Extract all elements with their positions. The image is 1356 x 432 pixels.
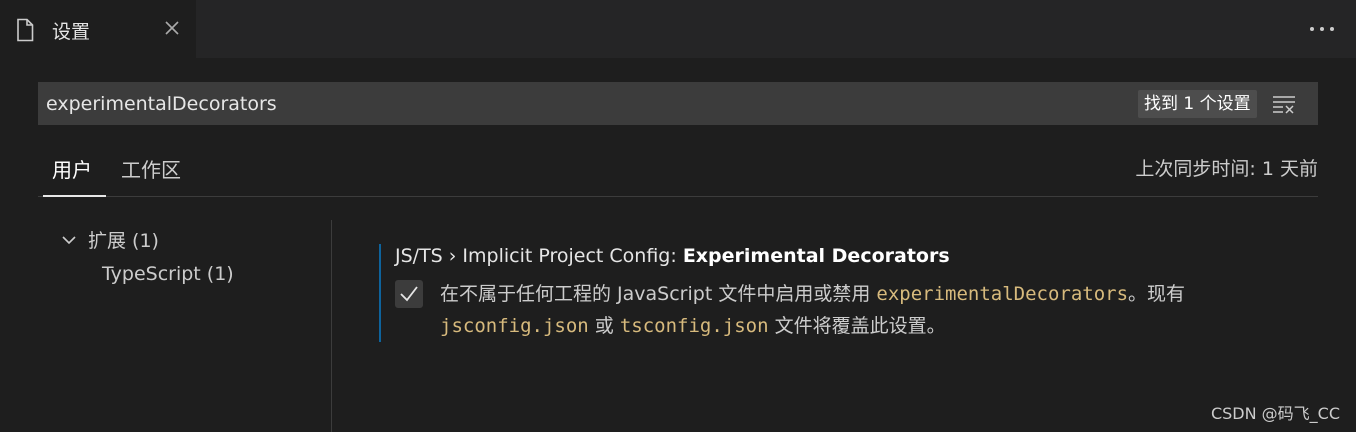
active-tab-indicator bbox=[43, 195, 106, 197]
focus-indicator bbox=[379, 244, 381, 342]
desc-text: 。现有 bbox=[1128, 283, 1186, 305]
setting-description: 在不属于任何工程的 JavaScript 文件中启用或禁用 experiment… bbox=[440, 278, 1310, 342]
clear-filter-icon[interactable] bbox=[1272, 94, 1296, 114]
editor-tab-bar: 设置 bbox=[0, 0, 1356, 58]
setting-title: JS/TS › Implicit Project Config: Experim… bbox=[395, 245, 950, 267]
search-input[interactable] bbox=[46, 82, 1126, 125]
tab-workspace[interactable]: 工作区 bbox=[121, 154, 181, 183]
desc-text: 或 bbox=[588, 315, 620, 337]
desc-code: experimentalDecorators bbox=[876, 283, 1129, 305]
sync-status: 上次同步时间: 1 天前 bbox=[1135, 158, 1318, 180]
result-count-badge: 找到 1 个设置 bbox=[1138, 90, 1257, 118]
close-icon[interactable] bbox=[162, 18, 182, 38]
file-icon bbox=[17, 18, 34, 42]
setting-category: JS/TS › Implicit Project Config: bbox=[395, 245, 683, 267]
desc-text: 在不属于任何工程的 JavaScript 文件中启用或禁用 bbox=[440, 283, 877, 305]
chevron-down-icon bbox=[62, 235, 76, 244]
setting-checkbox[interactable] bbox=[395, 280, 423, 308]
toc-group-extensions[interactable]: 扩展 (1) bbox=[60, 226, 159, 253]
settings-toc bbox=[0, 220, 331, 432]
more-actions-icon[interactable] bbox=[1306, 17, 1338, 41]
watermark: CSDN @码飞_CC bbox=[1210, 404, 1340, 423]
desc-text: 文件将覆盖此设置。 bbox=[768, 315, 946, 337]
settings-tab[interactable]: 设置 bbox=[0, 0, 196, 58]
scope-tabs: 用户 工作区 上次同步时间: 1 天前 bbox=[38, 148, 1318, 197]
setting-item: JS/TS › Implicit Project Config: Experim… bbox=[379, 244, 1319, 342]
desc-code: tsconfig.json bbox=[619, 315, 769, 337]
settings-search-box: 找到 1 个设置 bbox=[38, 82, 1318, 125]
setting-name: Experimental Decorators bbox=[682, 245, 950, 267]
tab-user[interactable]: 用户 bbox=[52, 154, 92, 183]
tab-title: 设置 bbox=[52, 21, 91, 43]
desc-code: jsconfig.json bbox=[440, 315, 589, 337]
toc-group-label: 扩展 (1) bbox=[88, 230, 159, 252]
check-icon bbox=[400, 286, 418, 302]
toc-item-typescript[interactable]: TypeScript (1) bbox=[102, 263, 234, 285]
toc-divider bbox=[331, 220, 332, 432]
